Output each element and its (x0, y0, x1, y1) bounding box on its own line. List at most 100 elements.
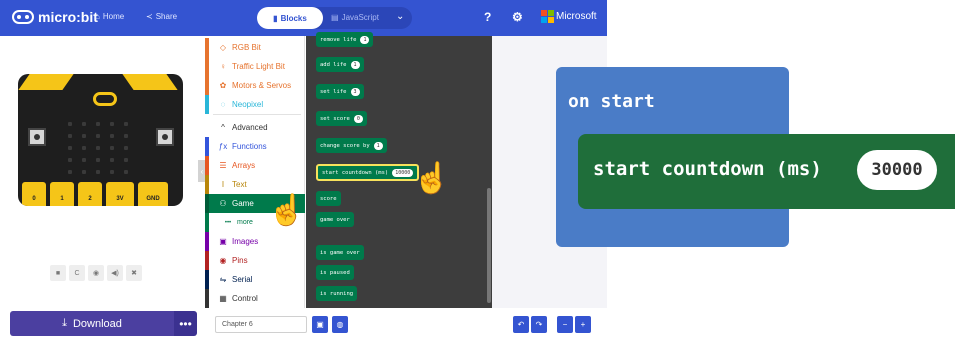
toolbox-item-serial[interactable]: ⇋ Serial (205, 270, 305, 289)
pin-gnd[interactable]: GND (138, 182, 168, 206)
home-icon: ⌂ (95, 12, 100, 21)
led-matrix (64, 118, 134, 178)
puzzle-icon: ▮ (273, 13, 278, 23)
flyout-scrollbar[interactable] (487, 188, 491, 303)
microbit-logo[interactable]: micro:bit (12, 9, 98, 25)
pin-2[interactable]: 2 (78, 182, 102, 206)
simulator-panel: 0 1 2 3V GND ■ C ◉ ◀) ✖ (0, 36, 200, 306)
download-label: Download (72, 317, 122, 330)
code-icon: ▤ (331, 13, 339, 22)
help-icon[interactable]: ? (484, 10, 491, 24)
share-icon: ≺ (146, 12, 153, 21)
countdown-value-field[interactable]: 30000 (857, 150, 937, 190)
top-bar: micro:bit ⌂ Home ≺ Share ▮ Blocks ▤ JavaScri… (0, 0, 607, 36)
hand-pointer-icon: ☝ (413, 162, 451, 195)
button-b[interactable] (156, 128, 174, 146)
start-countdown-block-zoomed[interactable]: start countdown (ms) 30000 (578, 134, 955, 209)
toolbox-label: Pins (232, 256, 248, 265)
block-score[interactable]: score (316, 191, 341, 206)
list-icon: ☰ (219, 161, 227, 170)
microbit-board: 0 1 2 3V GND (18, 74, 183, 206)
toolbox-label: Control (232, 294, 258, 303)
toolbox-label: Arrays (232, 161, 256, 170)
pin-1[interactable]: 1 (50, 182, 74, 206)
image-icon: ▣ (219, 237, 227, 246)
serial-icon: ⇋ (219, 275, 227, 284)
restart-icon[interactable]: C (69, 265, 85, 281)
block-game-over[interactable]: game over (316, 212, 354, 227)
block-is-paused[interactable]: is paused (316, 265, 354, 280)
block-is-game-over[interactable]: is game over (316, 245, 364, 260)
javascript-tab[interactable]: ▤ JavaScript (331, 13, 379, 22)
motor-icon: ✿ (219, 81, 227, 90)
blocks-label: Blocks (280, 13, 307, 23)
fullscreen-icon[interactable]: ✖ (126, 265, 142, 281)
chevron-up-icon: ^ (221, 123, 225, 132)
toolbox-item-arrays[interactable]: ☰ Arrays (205, 156, 305, 175)
on-start-label: on start (568, 91, 655, 112)
board-stripe (18, 74, 74, 90)
toolbox-item-neopixel[interactable]: ◌ Neopixel (205, 95, 305, 114)
block-add-life[interactable]: add life 1 (316, 57, 364, 72)
save-icon[interactable]: ▣ (312, 316, 328, 333)
home-button[interactable]: ⌂ Home (95, 12, 124, 21)
toolbox-item-control[interactable]: ▦ Control (205, 289, 305, 308)
gear-icon[interactable]: ⚙ (512, 10, 523, 24)
stop-icon[interactable]: ■ (50, 265, 66, 281)
toolbox-item-advanced[interactable]: ^ Advanced (205, 118, 305, 137)
block-start-countdown[interactable]: start countdown (ms) 10000 (316, 164, 420, 181)
neopixel-icon: ◌ (220, 100, 226, 109)
toolbox-item-pins[interactable]: ◉ Pins (205, 251, 305, 270)
blocks-tab[interactable]: ▮ Blocks (257, 7, 323, 29)
makecode-editor: micro:bit ⌂ Home ≺ Share ▮ Blocks ▤ JavaScri… (0, 0, 607, 339)
toolbox-item-motors[interactable]: ✿ Motors & Servos (205, 76, 305, 95)
control-icon: ▦ (219, 294, 227, 303)
toolbox-label: Serial (232, 275, 253, 284)
bottom-toolbar: Chapter 6 ▣ ◍ ↶ ↷ − + (200, 308, 607, 339)
block-set-life[interactable]: set life 3 (316, 84, 364, 99)
toolbox-item-text[interactable]: I Text (205, 175, 305, 194)
toolbox-item-rgb-bit[interactable]: ◇ RGB Bit (205, 38, 305, 57)
redo-icon[interactable]: ↷ (531, 316, 547, 333)
microsoft-label: Microsoft (556, 10, 597, 22)
project-name-input[interactable]: Chapter 6 (215, 316, 307, 333)
block-change-score[interactable]: change score by 1 (316, 138, 387, 153)
zoom-in-icon[interactable]: + (575, 316, 591, 333)
microsoft-logo[interactable]: Microsoft (541, 10, 597, 23)
toolbox-item-images[interactable]: ▣ Images (205, 232, 305, 251)
debug-icon[interactable]: ◉ (88, 265, 104, 281)
button-a[interactable] (28, 128, 46, 146)
microbit-logo-icon (12, 10, 34, 24)
pin-0[interactable]: 0 (22, 182, 46, 206)
toolbox-label: more (237, 219, 253, 226)
download-button[interactable]: ⤓ Download (10, 311, 174, 336)
toolbox-label: Images (232, 237, 259, 246)
toolbox-label: Advanced (232, 123, 268, 132)
block-remove-life[interactable]: remove life 1 (316, 32, 374, 47)
microsoft-squares-icon (541, 10, 554, 23)
toolbox-label: Neopixel (232, 100, 264, 109)
toolbox-item-traffic-light[interactable]: ♀ Traffic Light Bit (205, 57, 305, 76)
block-is-running[interactable]: is running (316, 286, 358, 301)
block-set-score[interactable]: set score 0 (316, 111, 367, 126)
share-button[interactable]: ≺ Share (146, 12, 177, 21)
javascript-label: JavaScript (341, 13, 379, 22)
chevron-down-icon[interactable]: ⌄ (396, 11, 404, 22)
board-stripe (122, 74, 178, 90)
editor-mode-toggle: ▮ Blocks ▤ JavaScript ⌄ (257, 7, 412, 29)
toolbox-item-functions[interactable]: ƒx Functions (205, 137, 305, 156)
undo-icon[interactable]: ↶ (513, 316, 529, 333)
download-icon: ⤓ (62, 317, 67, 329)
mute-icon[interactable]: ◀) (107, 265, 123, 281)
hand-pointer-icon: ☝ (268, 194, 306, 227)
download-more-button[interactable]: ••• (174, 311, 197, 336)
share-label: Share (155, 12, 178, 21)
github-icon[interactable]: ◍ (332, 316, 348, 333)
toolbox-label: Traffic Light Bit (232, 62, 285, 71)
pin-icon: ◉ (219, 256, 227, 265)
zoom-out-icon[interactable]: − (557, 316, 573, 333)
rgb-icon: ◇ (219, 43, 227, 52)
text-icon: I (221, 180, 225, 189)
pin-3v[interactable]: 3V (106, 182, 134, 206)
start-countdown-label: start countdown (ms) (593, 158, 822, 180)
